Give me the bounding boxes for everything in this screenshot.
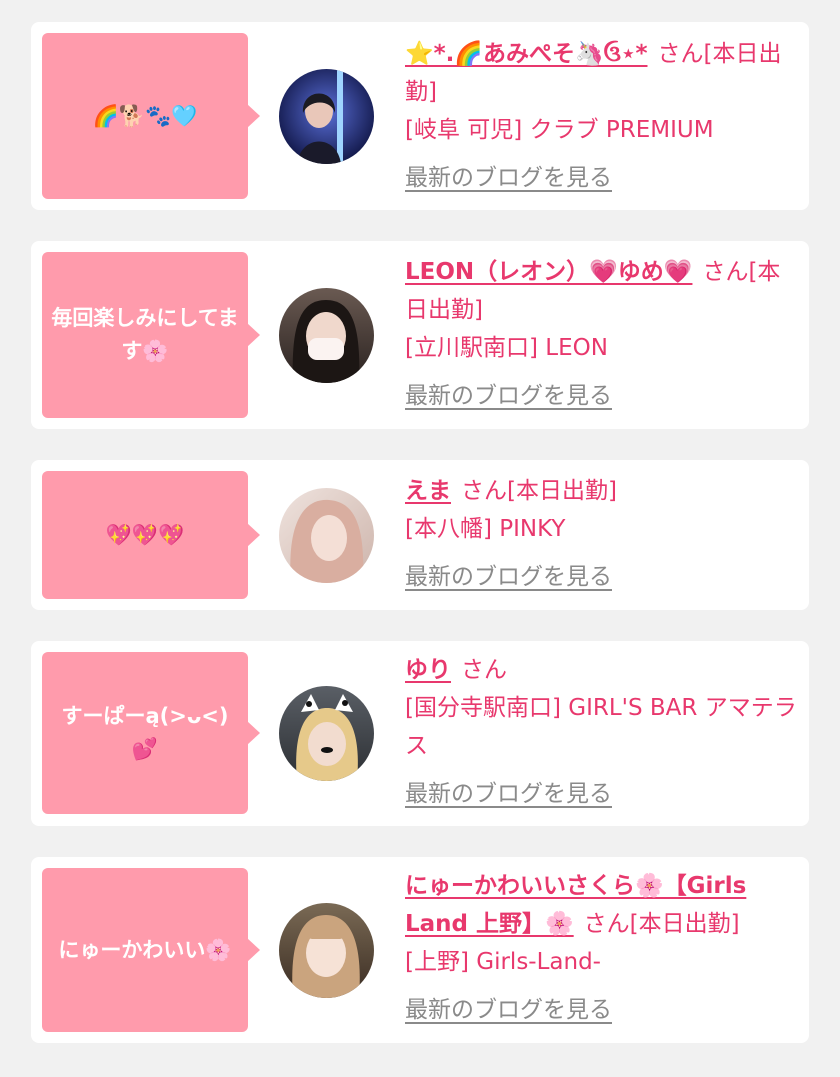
avatar-photo-icon[interactable]: [279, 488, 374, 583]
blog-link[interactable]: 最新のブログを見る: [405, 377, 612, 415]
avatar-photo-icon[interactable]: [279, 903, 374, 998]
list-item: 🌈🐕🐾🩵 ⭐*.🌈あみぺそ🦄ઉ⋆* さん[本日出勤] [岐阜 可児] クラブ PR…: [31, 22, 809, 210]
cast-name-link[interactable]: LEON（レオン）💗ゆめ💗: [405, 259, 692, 285]
list-item: 💖💖💖 えま さん[本日出勤] [本八幡] PINKY 最新のブログを見る: [31, 460, 809, 610]
shop-name: [立川駅南口] LEON: [405, 335, 608, 361]
message-bubble: にゅーかわいい🌸: [42, 868, 260, 1032]
cast-status: さん: [461, 657, 507, 683]
cast-name-link[interactable]: えま: [405, 478, 451, 504]
list-item: にゅーかわいい🌸 にゅーかわいいさくら🌸【Girls Land 上野】🌸 さん[本…: [31, 857, 809, 1043]
entry-info: ⭐*.🌈あみぺそ🦄ઉ⋆* さん[本日出勤] [岐阜 可児] クラブ PREMIUM…: [405, 35, 797, 197]
message-text: 💖💖💖: [105, 522, 185, 547]
message-list: 🌈🐕🐾🩵 ⭐*.🌈あみぺそ🦄ઉ⋆* さん[本日出勤] [岐阜 可児] クラブ PR…: [0, 0, 840, 1077]
blog-link[interactable]: 最新のブログを見る: [405, 775, 612, 813]
list-item: すーぱーą(>ᴗ<)💕 ゆり さん [国分寺駅南口] GIRL'S BAR アマテ…: [31, 641, 809, 826]
list-item: 毎回楽しみにしてます🌸 LEON（レオン）💗ゆめ💗 さん[本日出勤] [立川駅南口…: [31, 241, 809, 429]
message-bubble: 🌈🐕🐾🩵: [42, 33, 260, 199]
message-bubble: すーぱーą(>ᴗ<)💕: [42, 652, 260, 814]
message-text: すーぱーą(>ᴗ<)💕: [61, 704, 229, 761]
shop-name: [国分寺駅南口] GIRL'S BAR アマテラス: [405, 695, 797, 759]
cast-status: さん[本日出勤]: [583, 911, 740, 937]
message-text: 🌈🐕🐾🩵: [92, 103, 198, 128]
shop-name: [上野] Girls-Land-: [405, 949, 601, 975]
entry-info: ゆり さん [国分寺駅南口] GIRL'S BAR アマテラス 最新のブログを見る: [405, 651, 797, 813]
blog-link[interactable]: 最新のブログを見る: [405, 991, 612, 1029]
shop-name: [本八幡] PINKY: [405, 516, 566, 542]
avatar-photo-icon[interactable]: [279, 686, 374, 781]
blog-link[interactable]: 最新のブログを見る: [405, 159, 612, 197]
cast-status: さん[本日出勤]: [461, 478, 617, 504]
message-bubble: 💖💖💖: [42, 471, 260, 599]
avatar-photo-icon[interactable]: [279, 288, 374, 383]
entry-info: えま さん[本日出勤] [本八幡] PINKY 最新のブログを見る: [405, 472, 797, 596]
avatar-photo-icon[interactable]: [279, 69, 374, 164]
message-text: にゅーかわいい🌸: [58, 937, 232, 962]
entry-info: LEON（レオン）💗ゆめ💗 さん[本日出勤] [立川駅南口] LEON 最新のブロ…: [405, 253, 797, 415]
message-text: 毎回楽しみにしてます🌸: [51, 306, 239, 363]
message-bubble: 毎回楽しみにしてます🌸: [42, 252, 260, 418]
shop-name: [岐阜 可児] クラブ PREMIUM: [405, 117, 714, 143]
blog-link[interactable]: 最新のブログを見る: [405, 558, 612, 596]
cast-name-link[interactable]: ゆり: [405, 657, 451, 683]
cast-name-link[interactable]: ⭐*.🌈あみぺそ🦄ઉ⋆*: [405, 41, 648, 67]
entry-info: にゅーかわいいさくら🌸【Girls Land 上野】🌸 さん[本日出勤] [上野]…: [405, 867, 797, 1029]
